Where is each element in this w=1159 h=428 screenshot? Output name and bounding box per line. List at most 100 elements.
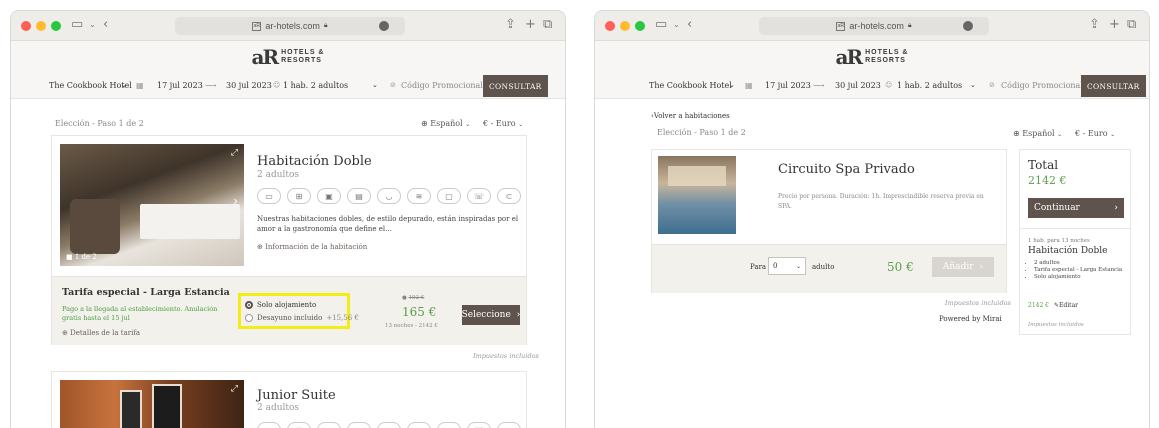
guests-select[interactable]: 1 hab. 2 adultos: [897, 81, 962, 90]
minimize-window-button[interactable]: [36, 21, 46, 31]
new-tab-icon[interactable]: +: [525, 17, 536, 32]
address-bar[interactable]: aR ar-hotels.com 🔒︎: [175, 17, 405, 35]
summary-taxes-note: Impuestos incluidos: [1028, 322, 1084, 328]
chevron-down-icon[interactable]: ⌄: [673, 20, 680, 29]
checkin-date[interactable]: 17 jul 2023: [765, 81, 811, 90]
promo-code-input[interactable]: Código Promocional: [1001, 81, 1083, 90]
browser-window-right: ▭ ⌄ ‹ aR ar-hotels.com 🔒︎ ⇪ + ⧉ aR HOTEL…: [594, 10, 1150, 428]
checkout-date[interactable]: 30 jul 2023: [226, 81, 272, 90]
language-select[interactable]: ⊕ Español ⌄: [1013, 129, 1062, 138]
language-select[interactable]: ⊕ Español ⌄: [421, 119, 470, 128]
consultar-button[interactable]: CONSULTAR: [483, 75, 548, 97]
room-description: Nuestras habitaciones dobles, de estilo …: [257, 215, 519, 233]
chevron-down-icon[interactable]: ⌄: [970, 81, 976, 89]
picture-frame-shape: [120, 390, 142, 428]
currency-select[interactable]: € - Euro ⌄: [1075, 129, 1115, 138]
powered-by: Powered by Mirai: [939, 315, 1002, 323]
select-rate-button[interactable]: Seleccione ›: [462, 305, 520, 325]
share-icon[interactable]: ⇪: [1089, 17, 1100, 32]
date-arrow: ⟶: [205, 81, 217, 90]
room-title: Habitación Doble: [257, 154, 372, 169]
promo-code-input[interactable]: Código Promocional: [401, 81, 483, 90]
room-guests: 2 adultos: [257, 403, 300, 413]
tabs-overview-icon[interactable]: ⧉: [1127, 17, 1136, 32]
room-guests: 2 adultos: [257, 170, 300, 180]
hotel-logo[interactable]: aR HOTELS & RESORTS: [595, 41, 1149, 73]
option-desayuno-incluido[interactable]: Desayuno incluido +15,56 €: [245, 314, 359, 322]
rate-conditions: Pago a la llegada al establecimiento. An…: [62, 305, 218, 322]
option-solo-alojamiento[interactable]: Solo alojamiento: [245, 301, 316, 309]
back-icon[interactable]: ‹: [687, 17, 692, 32]
quantity-select[interactable]: 0 ⌄: [768, 257, 806, 275]
extension-icon[interactable]: [963, 21, 973, 31]
new-tab-icon[interactable]: +: [1109, 17, 1120, 32]
rate-title: Tarifa especial - Larga Estancia: [62, 287, 230, 298]
spa-photo[interactable]: [658, 156, 736, 234]
room-info-link[interactable]: ⊕ Información de la habitación: [257, 243, 367, 251]
edit-link[interactable]: ✎Editar: [1054, 302, 1078, 309]
logo-mark: aR: [835, 45, 864, 69]
back-icon[interactable]: ‹: [103, 17, 108, 32]
chevron-right-icon: ›: [516, 310, 521, 320]
continue-button[interactable]: Continuar ›: [1028, 198, 1124, 218]
chevron-down-icon[interactable]: ⌄: [729, 81, 735, 89]
close-window-button[interactable]: [21, 21, 31, 31]
minibar-icon: ▣: [317, 188, 341, 204]
consultar-button[interactable]: CONSULTAR: [1081, 75, 1146, 97]
room-card-junior-suite: ⤢ Junior Suite 2 adultos ▭ ⊞ ▣ ▤ ◡ ≋ ▢ ☏…: [51, 371, 527, 428]
hotel-logo[interactable]: aR HOTELS & RESORTS: [11, 41, 565, 73]
back-to-rooms-link[interactable]: ‹Volver a habitaciones: [651, 112, 730, 120]
checkin-date[interactable]: 17 jul 2023: [157, 81, 203, 90]
calendar-icon: ▦: [136, 81, 144, 90]
expand-icon[interactable]: ⤢: [231, 148, 238, 158]
desk-icon: ▢: [437, 422, 461, 428]
hotel-select[interactable]: The Cookbook Hotel: [49, 81, 132, 90]
room-photo[interactable]: ⤢: [60, 380, 244, 428]
radio-selected[interactable]: [245, 301, 253, 309]
hairdryer-icon: ⊂: [497, 188, 521, 204]
chevron-down-icon[interactable]: ⌄: [121, 81, 127, 89]
address-bar[interactable]: aR ar-hotels.com 🔒︎: [759, 17, 989, 35]
search-bar: The Cookbook Hotel ⌄ ▦ 17 jul 2023 ⟶ 30 …: [595, 73, 1149, 99]
summary-details-list: 2 adultos Tarifa especial - Larga Estanc…: [1034, 260, 1126, 281]
next-photo-icon[interactable]: ›: [233, 194, 238, 208]
rate-details-link[interactable]: ⊕ Detalles de la tarifa: [62, 329, 140, 337]
expand-icon[interactable]: ⤢: [231, 384, 238, 394]
sidebar-icon[interactable]: ▭: [71, 17, 83, 32]
sidebar-icon[interactable]: ▭: [655, 17, 667, 32]
extension-icon[interactable]: [379, 21, 389, 31]
radio-unselected[interactable]: [245, 314, 253, 322]
tv-icon: ▤: [347, 422, 371, 428]
summary-room-name: Habitación Doble: [1028, 246, 1108, 256]
tabs-overview-icon[interactable]: ⧉: [543, 17, 552, 32]
chevron-down-icon: ⌄: [795, 262, 801, 270]
close-window-button[interactable]: [605, 21, 615, 31]
room-photo[interactable]: ⤢ › ■ 1 de 2: [60, 144, 244, 266]
checkout-date[interactable]: 30 jul 2023: [835, 81, 881, 90]
lock-icon: 🔒︎: [907, 22, 912, 29]
add-service-button[interactable]: Añadir ›: [932, 257, 994, 277]
share-icon[interactable]: ⇪: [505, 17, 516, 32]
chevron-down-icon: ⌄: [465, 121, 471, 128]
room-card-habitacion-doble: ⤢ › ■ 1 de 2 Habitación Doble 2 adultos …: [51, 135, 527, 345]
summary-detail: Tarifa especial - Larga Estancia: [1034, 267, 1126, 274]
guests-select[interactable]: 1 hab. 2 adultos: [283, 81, 348, 90]
safe-icon: ⊞: [287, 422, 311, 428]
chevron-down-icon[interactable]: ⌄: [89, 20, 96, 29]
minimize-window-button[interactable]: [620, 21, 630, 31]
taxes-note: Impuestos incluidos: [945, 299, 1011, 307]
service-title: Circuito Spa Privado: [778, 162, 915, 177]
chevron-right-icon: ›: [979, 262, 984, 272]
hotel-select[interactable]: The Cookbook Hotel: [649, 81, 732, 90]
currency-select[interactable]: € - Euro ⌄: [483, 119, 523, 128]
zoom-window-button[interactable]: [51, 21, 61, 31]
browser-window-left: ▭ ⌄ ‹ aR ar-hotels.com 🔒︎ ⇪ + ⧉ aR HOTEL…: [10, 10, 566, 428]
para-label: Para: [750, 263, 767, 271]
chevron-down-icon[interactable]: ⌄: [372, 81, 378, 89]
chevron-down-icon: ⌄: [518, 121, 524, 128]
highlight-box: [238, 293, 350, 329]
summary-room-price: 2142 €: [1028, 302, 1049, 309]
zoom-window-button[interactable]: [635, 21, 645, 31]
service-price: 50 €: [887, 260, 914, 274]
window-controls: [21, 21, 61, 31]
